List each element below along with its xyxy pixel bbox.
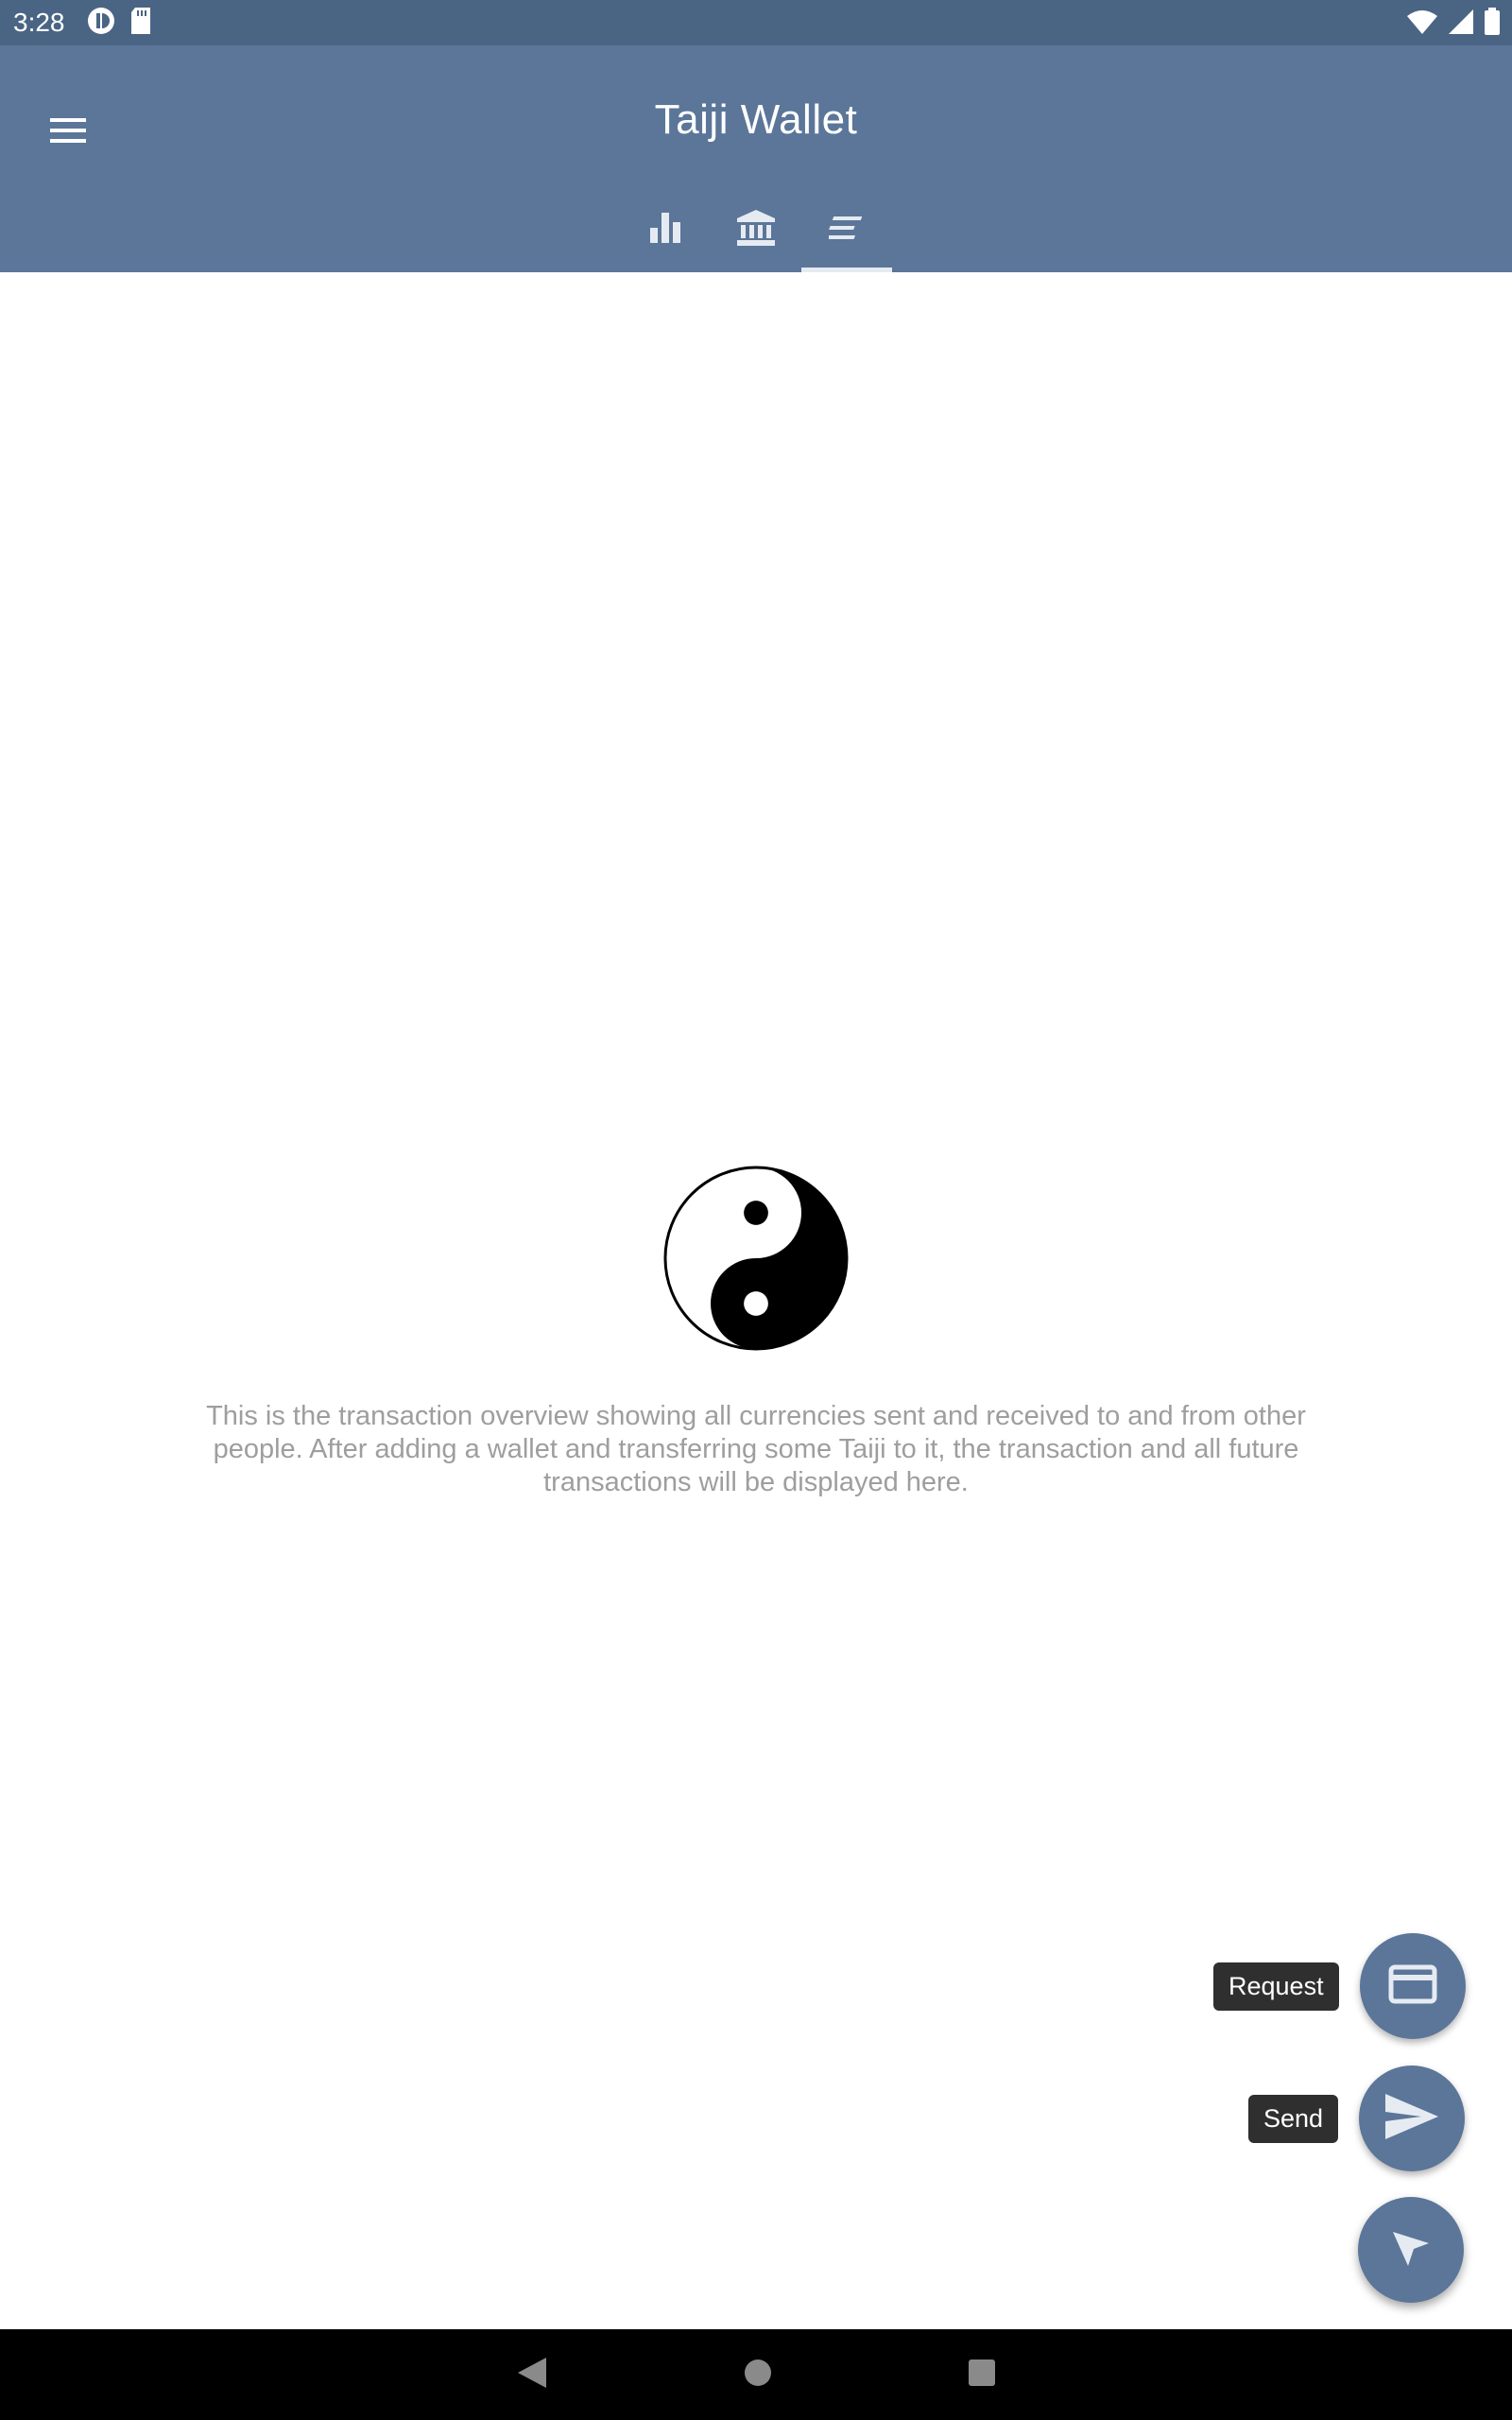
sd-card-icon — [129, 7, 152, 40]
status-left-icons — [86, 6, 152, 41]
send-label[interactable]: Send — [1248, 2094, 1339, 2143]
main-fab-button[interactable] — [1358, 2197, 1464, 2303]
empty-state: This is the transaction overview showing… — [0, 1165, 1512, 1499]
send-button[interactable] — [1359, 2066, 1466, 2171]
send-icon — [1383, 2092, 1440, 2146]
request-button[interactable] — [1359, 1933, 1466, 2039]
empty-state-message: This is the transaction overview showing… — [206, 1401, 1306, 1497]
back-icon[interactable] — [516, 2356, 548, 2394]
status-time: 3:28 — [13, 8, 65, 37]
request-label[interactable]: Request — [1213, 1962, 1339, 2011]
system-nav-bar — [0, 2329, 1512, 2420]
wifi-icon — [1406, 9, 1438, 40]
tab-transactions[interactable] — [801, 187, 892, 272]
status-right-icons — [1406, 8, 1501, 41]
page-title: Taiji Wallet — [654, 96, 858, 143]
tab-wallets[interactable] — [711, 187, 801, 272]
circle-app-icon — [86, 6, 116, 41]
request-fab-row: Request — [1213, 1933, 1466, 2039]
cursor-arrow-icon — [1387, 2224, 1435, 2276]
battery-icon — [1484, 8, 1501, 41]
signal-icon — [1448, 9, 1474, 40]
tab-statistics[interactable] — [620, 187, 711, 272]
credit-card-icon — [1388, 1964, 1437, 2009]
send-fab-row: Send — [1248, 2066, 1466, 2171]
home-icon[interactable] — [743, 2358, 773, 2393]
status-bar: 3:28 — [0, 0, 1512, 45]
transactions-list-icon — [825, 215, 865, 246]
bar-chart-icon — [648, 211, 682, 250]
yin-yang-icon — [662, 1165, 850, 1357]
tab-bar — [0, 187, 1512, 272]
bank-icon — [736, 209, 776, 251]
app-bar: Taiji Wallet — [0, 45, 1512, 272]
recents-icon[interactable] — [968, 2359, 996, 2392]
